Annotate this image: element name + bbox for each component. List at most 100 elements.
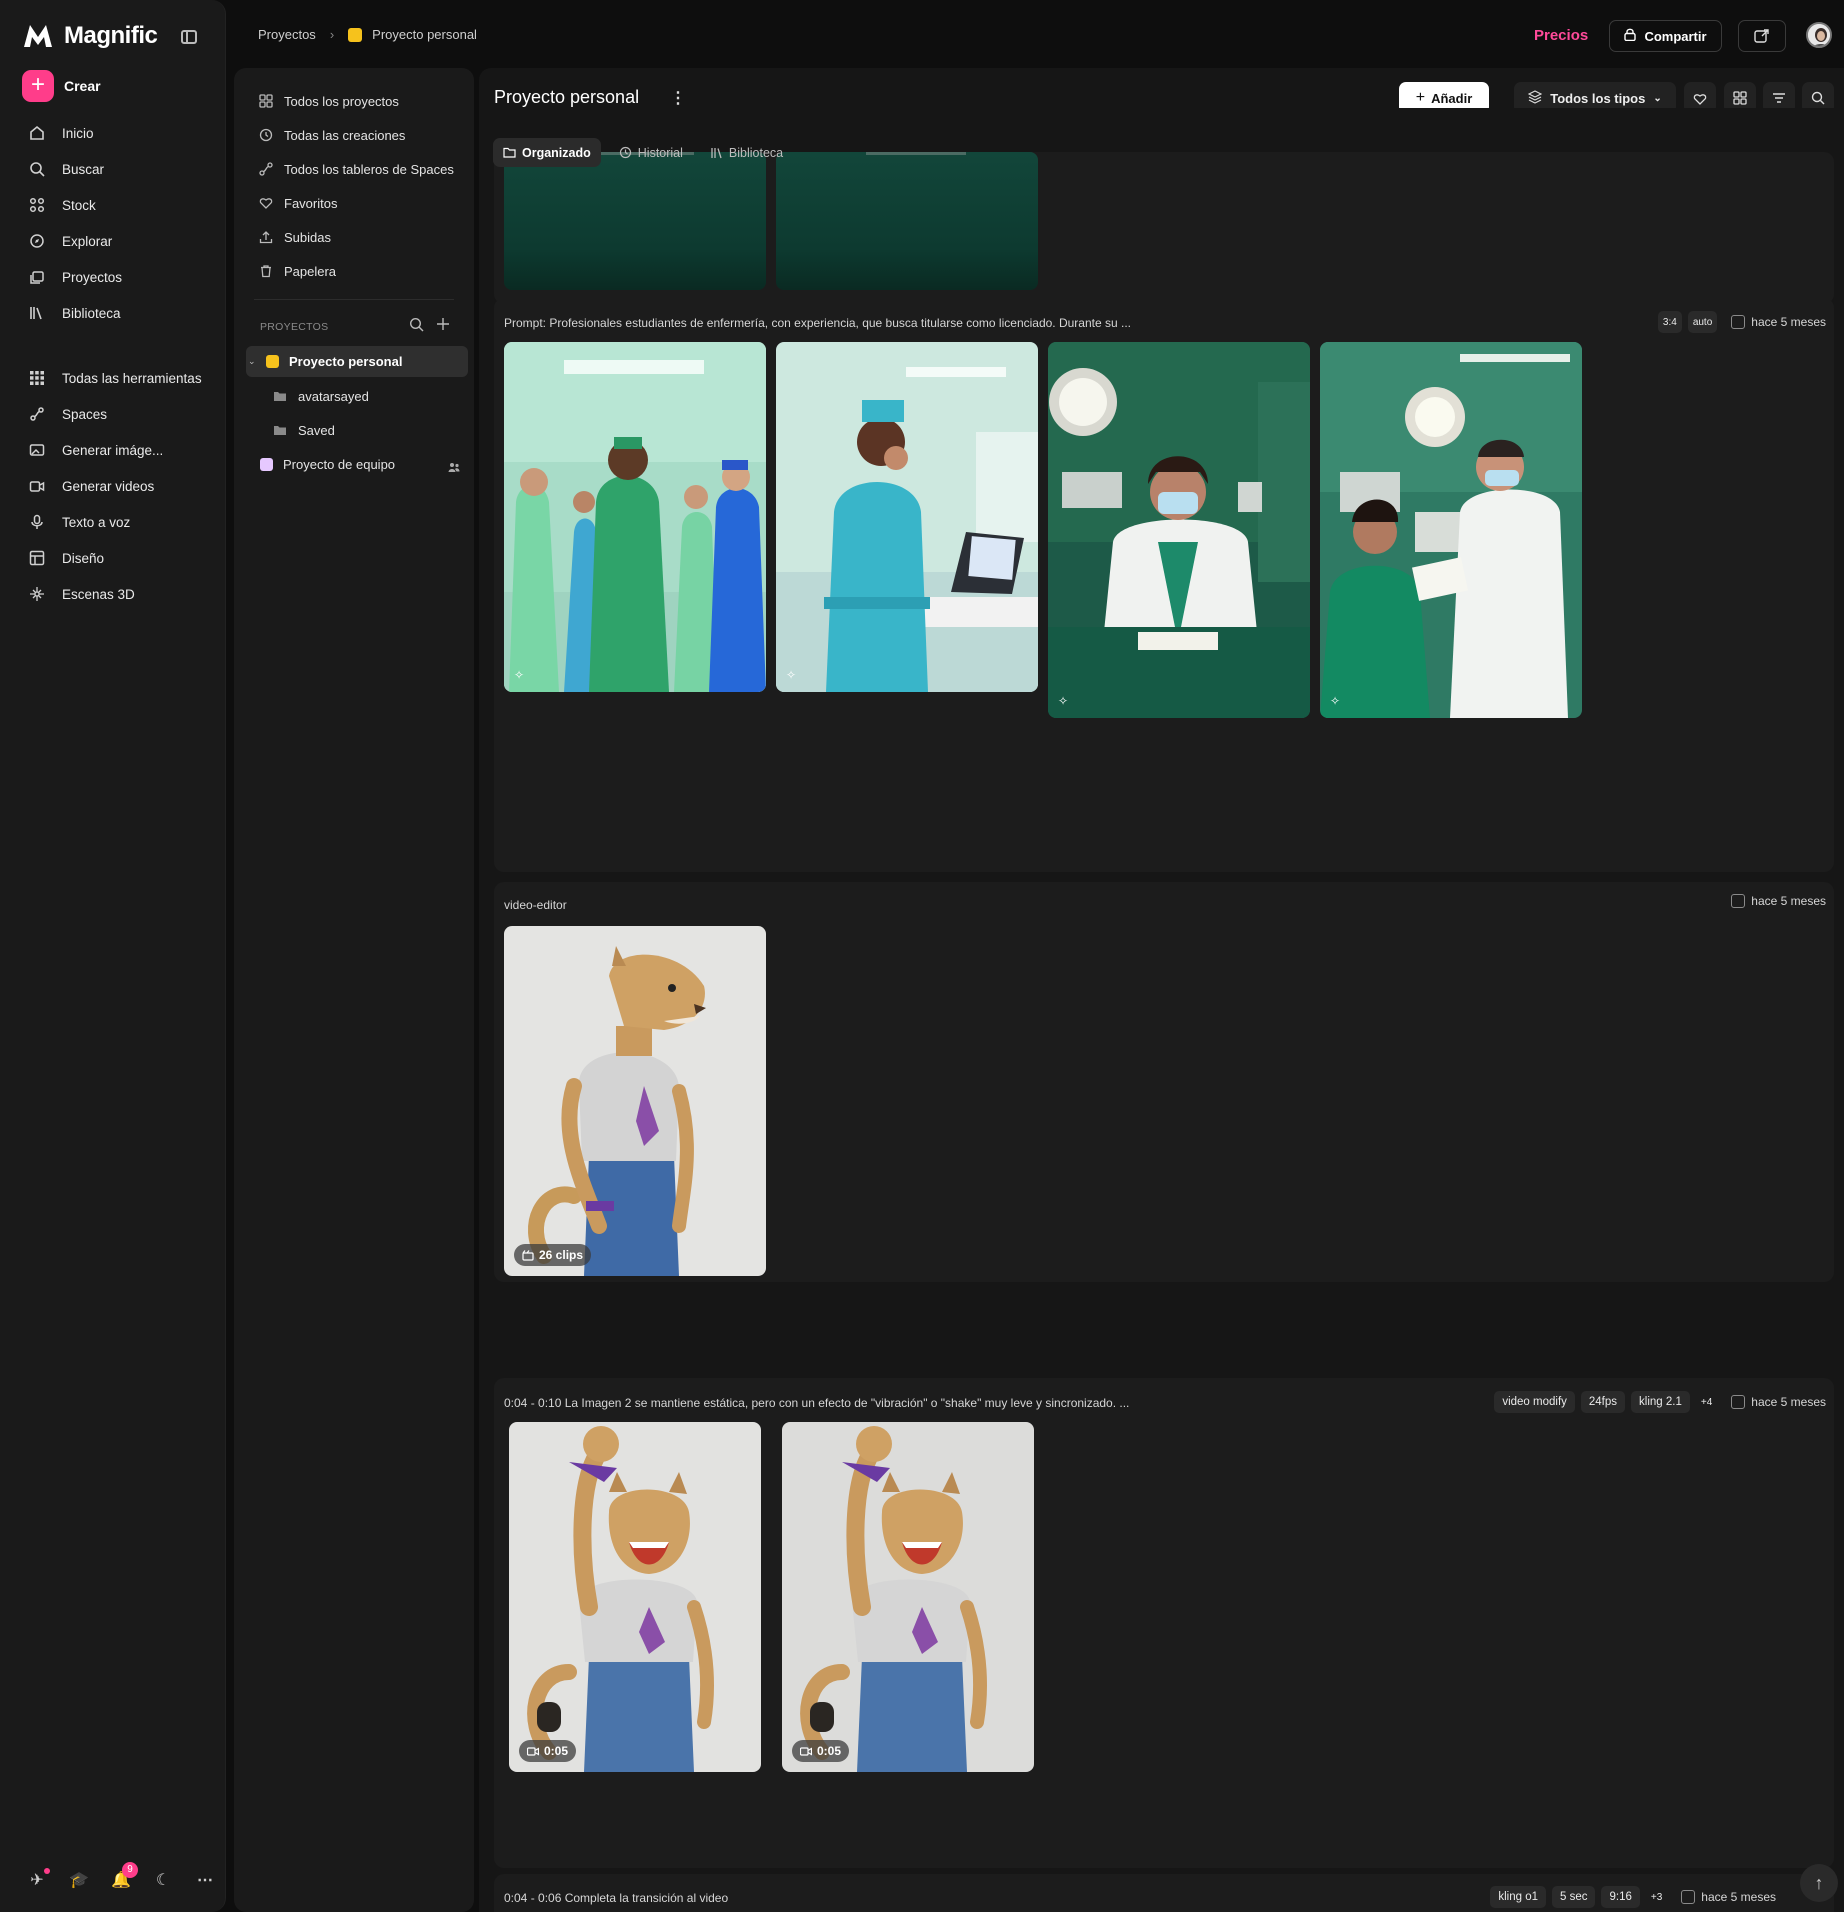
sidebar-item-buscar[interactable]: Buscar [28, 160, 104, 178]
asset-thumbnail[interactable]: 0:05 [782, 1422, 1034, 1772]
panel-item-uploads[interactable]: Subidas [258, 229, 331, 245]
project-item-personal[interactable]: ⌄ Proyecto personal [248, 354, 402, 369]
more-tags-chip[interactable]: +4 [1696, 1391, 1717, 1413]
spaces-icon [28, 405, 46, 423]
project-color-swatch [260, 458, 273, 471]
folder-item-avatarsayed[interactable]: avatarsayed [272, 388, 369, 404]
export-button[interactable] [1738, 20, 1786, 52]
user-avatar[interactable] [1806, 22, 1832, 48]
sidebar-item-all-tools[interactable]: Todas las herramientas [28, 369, 202, 387]
library-icon [28, 304, 46, 322]
sidebar-toggle-icon[interactable] [181, 30, 197, 44]
tag-chip[interactable]: video modify [1494, 1391, 1575, 1413]
tag-chip[interactable]: kling o1 [1490, 1886, 1546, 1908]
sidebar-item-generate-image[interactable]: Generar imáge... [28, 441, 163, 459]
asset-thumbnail[interactable]: ✧ [504, 342, 766, 692]
select-checkbox[interactable] [1731, 315, 1746, 329]
tag-chip[interactable]: 9:16 [1601, 1886, 1640, 1908]
tab-organizado[interactable]: Organizado [493, 138, 601, 167]
breadcrumb-root[interactable]: Proyectos [258, 27, 316, 42]
project-color-swatch [266, 355, 279, 368]
asset-thumbnail[interactable]: 26 clips [504, 926, 766, 1276]
group-meta: kling o1 5 sec 9:16 +3 hace 5 meses [1490, 1886, 1776, 1908]
group-meta: video modify 24fps kling 2.1 +4 hace 5 m… [1494, 1391, 1826, 1413]
panel-item-trash[interactable]: Papelera [258, 263, 336, 279]
cougar-character-image [504, 926, 766, 1276]
sidebar-item-label: Stock [62, 197, 96, 213]
select-checkbox[interactable] [1731, 894, 1746, 908]
sidebar-item-label: Spaces [62, 406, 108, 422]
asset-thumbnail[interactable]: 0:05 [509, 1422, 761, 1772]
tag-chip[interactable]: 5 sec [1551, 1886, 1596, 1908]
group-prompt[interactable]: 0:04 - 0:10 La Imagen 2 se mantiene está… [504, 1396, 1129, 1410]
asset-thumbnail[interactable]: ✧ [1048, 342, 1310, 718]
group-time: hace 5 meses [1751, 1395, 1826, 1409]
breadcrumb: Proyectos › Proyecto personal [258, 27, 477, 42]
group-prompt[interactable]: video-editor [504, 898, 567, 912]
sidebar-item-label: Proyectos [62, 269, 123, 285]
more-options-icon[interactable]: ⋮ [670, 88, 686, 108]
sparkle-icon: ✧ [786, 668, 797, 682]
academy-icon[interactable]: 🎓 [68, 1870, 90, 1892]
sidebar-item-biblioteca[interactable]: Biblioteca [28, 304, 121, 322]
panel-item-label: Todos los proyectos [284, 93, 399, 109]
panel-item-spaces-boards[interactable]: Todos los tableros de Spaces [258, 161, 454, 177]
asset-thumbnail[interactable]: ✧ [776, 342, 1038, 692]
panel-item-all-creations[interactable]: Todas las creaciones [258, 127, 405, 143]
sidebar-item-generate-video[interactable]: Generar videos [28, 477, 154, 495]
chevron-right-icon: › [329, 27, 335, 42]
tab-biblioteca[interactable]: Biblioteca [701, 138, 793, 167]
more-icon[interactable]: ⋯ [194, 1870, 216, 1892]
asset-thumbnail[interactable]: ✧ [1320, 342, 1582, 718]
project-item-label: Proyecto de equipo [283, 457, 396, 472]
scroll-to-top-button[interactable]: ↑ [1800, 1864, 1838, 1902]
lock-icon [1624, 28, 1637, 44]
rocket-icon[interactable]: ✈ [26, 1868, 50, 1892]
sidebar-item-text-to-speech[interactable]: Texto a voz [28, 513, 130, 531]
tag-chip[interactable]: 24fps [1580, 1391, 1626, 1413]
sidebar-item-stock[interactable]: Stock [28, 196, 96, 214]
panel-item-all-projects[interactable]: Todos los proyectos [258, 93, 399, 109]
panel-item-favorites[interactable]: Favoritos [258, 195, 337, 211]
group-prompt[interactable]: Prompt: Profesionales estudiantes de enf… [504, 316, 1131, 330]
add-project-button[interactable] [436, 317, 450, 336]
apps-icon [28, 369, 46, 387]
tag-chip[interactable]: auto [1687, 311, 1718, 333]
main-sidebar: Magnific + Crear Inicio Buscar Stock Exp… [0, 0, 226, 1912]
project-item-team[interactable]: Proyecto de equipo [260, 457, 395, 472]
sidebar-item-inicio[interactable]: Inicio [28, 124, 94, 142]
group-meta: 3:4 auto hace 5 meses [1657, 311, 1826, 333]
sidebar-item-spaces[interactable]: Spaces [28, 405, 107, 423]
tag-chip[interactable]: 3:4 [1657, 311, 1682, 333]
tab-historial[interactable]: Historial [609, 138, 693, 167]
moon-icon[interactable]: ☾ [152, 1870, 174, 1892]
sidebar-item-design[interactable]: Diseño [28, 549, 104, 567]
more-tags-chip[interactable]: +3 [1646, 1886, 1667, 1908]
duration-badge: 0:05 [792, 1740, 850, 1762]
folder-item-saved[interactable]: Saved [272, 422, 335, 438]
project-panel: Todos los proyectos Todas las creaciones… [234, 68, 474, 1912]
magnific-logo-icon [24, 25, 52, 47]
group-prompt[interactable]: 0:04 - 0:06 Completa la transición al vi… [504, 1891, 728, 1905]
pricing-link[interactable]: Precios [1534, 27, 1588, 44]
share-button[interactable]: Compartir [1609, 20, 1722, 52]
sidebar-item-proyectos[interactable]: Proyectos [28, 268, 122, 286]
create-button[interactable]: + Crear [22, 70, 101, 102]
tag-chip[interactable]: kling 2.1 [1631, 1391, 1690, 1413]
asset-group: Prompt: Profesionales estudiantes de enf… [494, 298, 1834, 872]
sidebar-item-3d-scenes[interactable]: Escenas 3D [28, 585, 135, 603]
search-projects-button[interactable] [409, 317, 424, 337]
bell-icon[interactable]: 🔔 9 [110, 1862, 138, 1892]
brand-logo[interactable]: Magnific [22, 22, 158, 50]
brand-name: Magnific [64, 22, 158, 49]
select-checkbox[interactable] [1731, 1395, 1746, 1409]
group-time: hace 5 meses [1751, 894, 1826, 908]
project-item-label: Proyecto personal [289, 354, 403, 369]
sidebar-item-label: Biblioteca [62, 305, 121, 321]
plus-icon [437, 318, 449, 330]
asset-thumbnail[interactable] [504, 152, 766, 290]
asset-thumbnail[interactable] [776, 152, 1038, 290]
select-checkbox[interactable] [1681, 1890, 1696, 1904]
breadcrumb-current[interactable]: Proyecto personal [372, 27, 477, 42]
sidebar-item-explorar[interactable]: Explorar [28, 232, 112, 250]
